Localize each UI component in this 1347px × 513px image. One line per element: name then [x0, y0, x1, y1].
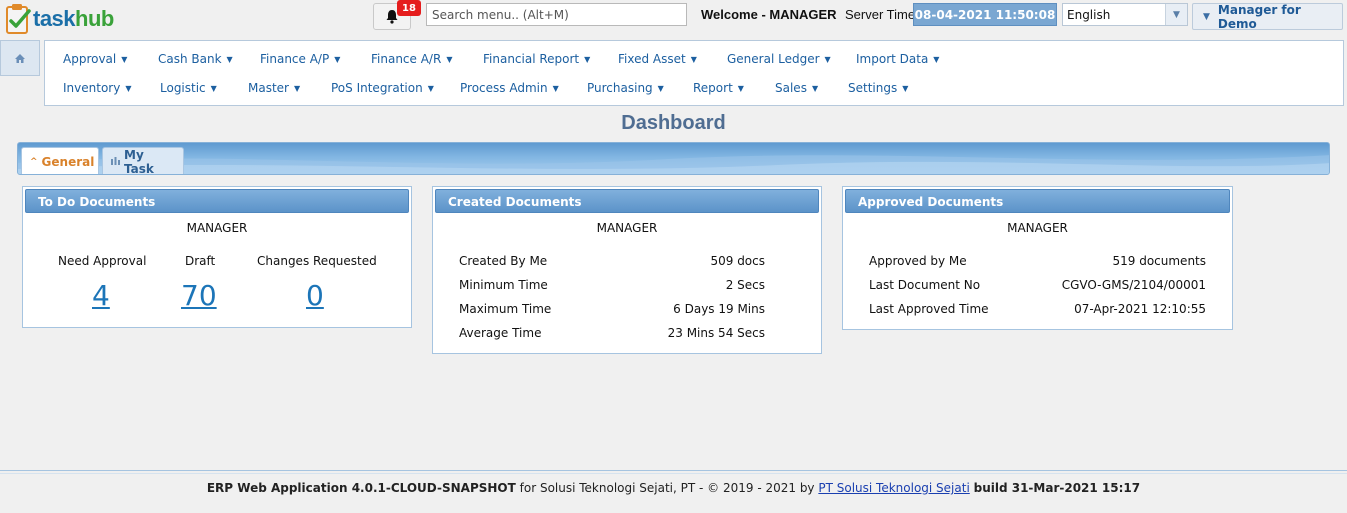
caret-down-icon: ▼ [334, 55, 341, 64]
maximum-time-label: Maximum Time [459, 302, 552, 316]
language-select[interactable]: English ▼ [1062, 3, 1188, 26]
menu-cash-bank[interactable]: Cash Bank ▼ [158, 52, 233, 66]
footer-divider [0, 470, 1347, 471]
wave-decoration [18, 155, 1329, 174]
footer-divider-light [0, 473, 1347, 474]
last-approved-time-value: 07-Apr-2021 12:10:55 [1074, 302, 1206, 316]
bar-chart-icon [111, 156, 120, 168]
todo-panel-user: MANAGER [186, 221, 248, 235]
caret-down-icon: ▼ [902, 84, 909, 93]
caret-down-icon: ▼ [690, 55, 697, 64]
menu-report[interactable]: Report ▼ [693, 81, 744, 95]
server-time-label: Server Time [845, 7, 916, 22]
created-documents-panel: Created Documents MANAGER Created By Me … [432, 186, 822, 354]
logo-text: taskhub [33, 6, 114, 31]
draft-count[interactable]: 70 [181, 279, 217, 312]
menu-settings[interactable]: Settings ▼ [848, 81, 908, 95]
approved-documents-panel: Approved Documents MANAGER Approved by M… [842, 186, 1233, 330]
approved-panel-header: Approved Documents [845, 189, 1230, 213]
footer-company-link[interactable]: PT Solusi Teknologi Sejati [818, 481, 969, 495]
menu-fixed-asset[interactable]: Fixed Asset ▼ [618, 52, 697, 66]
caret-down-icon: ▼ [210, 84, 217, 93]
menu-pos-integration[interactable]: PoS Integration ▼ [331, 81, 434, 95]
home-button[interactable] [0, 40, 40, 76]
user-menu-label: Manager for Demo [1217, 2, 1301, 31]
menu-finance-ap[interactable]: Finance A/P ▼ [260, 52, 340, 66]
created-panel-header: Created Documents [435, 189, 819, 213]
chevron-down-icon[interactable]: ▼ [1165, 4, 1187, 25]
created-panel-user: MANAGER [596, 221, 658, 235]
last-document-no-label: Last Document No [869, 278, 981, 292]
created-by-me-value: 509 docs [710, 254, 765, 268]
menu-inventory[interactable]: Inventory ▼ [63, 81, 131, 95]
menu-general-ledger[interactable]: General Ledger ▼ [727, 52, 831, 66]
approved-by-me-value: 519 documents [1112, 254, 1206, 268]
chevron-up-icon: ^ [30, 156, 38, 167]
menu-approval[interactable]: Approval ▼ [63, 52, 127, 66]
page-title: Dashboard [621, 112, 726, 134]
user-menu-button[interactable]: ▼ Manager for Demo [1192, 2, 1343, 31]
menu-import-data[interactable]: Import Data ▼ [856, 52, 939, 66]
caret-down-icon: ▼ [1203, 11, 1210, 22]
minimum-time-value: 2 Secs [725, 278, 765, 292]
caret-down-icon: ▼ [552, 84, 559, 93]
approved-by-me-label: Approved by Me [869, 254, 967, 268]
menu-purchasing[interactable]: Purchasing ▼ [587, 81, 664, 95]
caret-down-icon: ▼ [824, 55, 831, 64]
main-menu: Approval ▼ Cash Bank ▼ Finance A/P ▼ Financ… [44, 40, 1344, 106]
caret-down-icon: ▼ [121, 55, 128, 64]
language-value: English [1067, 8, 1111, 22]
created-by-me-label: Created By Me [459, 254, 548, 268]
dashboard-tab-bar: ^ General My Task [17, 142, 1330, 175]
average-time-label: Average Time [459, 326, 542, 340]
menu-sales[interactable]: Sales ▼ [775, 81, 818, 95]
todo-panel-header: To Do Documents [25, 189, 409, 213]
caret-down-icon: ▼ [737, 84, 744, 93]
server-time-value: 08-04-2021 11:50:08 [913, 3, 1057, 26]
caret-down-icon: ▼ [125, 84, 132, 93]
caret-down-icon: ▼ [427, 84, 434, 93]
menu-financial-report[interactable]: Financial Report ▼ [483, 52, 590, 66]
changes-requested-count[interactable]: 0 [306, 279, 324, 312]
app-logo[interactable]: taskhub [5, 2, 114, 36]
maximum-time-value: 6 Days 19 Mins [673, 302, 765, 316]
minimum-time-label: Minimum Time [459, 278, 548, 292]
footer-copyright: for Solusi Teknologi Sejati, PT - © 2019… [519, 481, 815, 495]
todo-documents-panel: To Do Documents MANAGER Need Approval 4 … [22, 186, 412, 328]
search-menu-input[interactable] [426, 3, 687, 26]
need-approval-count[interactable]: 4 [92, 279, 110, 312]
footer-app-name: ERP Web Application 4.0.1-CLOUD-SNAPSHOT [206, 481, 516, 495]
footer: ERP Web Application 4.0.1-CLOUD-SNAPSHOT… [0, 481, 1347, 495]
caret-down-icon: ▼ [811, 84, 819, 93]
last-document-no-value: CGVO-GMS/2104/00001 [1061, 278, 1206, 292]
draft-label: Draft [185, 254, 216, 268]
menu-master[interactable]: Master ▼ [248, 81, 300, 95]
top-bar: taskhub 18 Welcome - MANAGER Server Time… [0, 0, 1347, 36]
menu-process-admin[interactable]: Process Admin ▼ [460, 81, 559, 95]
need-approval-label: Need Approval [58, 254, 147, 268]
notification-count-badge: 18 [397, 0, 421, 16]
caret-down-icon: ▼ [933, 55, 940, 64]
footer-build: build 31-Mar-2021 15:17 [973, 481, 1141, 495]
tab-my-task[interactable]: My Task [102, 147, 184, 174]
last-approved-time-label: Last Approved Time [869, 302, 989, 316]
welcome-text: Welcome - MANAGER [701, 7, 837, 22]
caret-down-icon: ▼ [446, 55, 453, 64]
caret-down-icon: ▼ [657, 84, 664, 93]
approved-panel-user: MANAGER [1007, 221, 1068, 235]
tab-general[interactable]: ^ General [21, 147, 99, 174]
caret-down-icon: ▼ [293, 84, 301, 93]
menu-finance-ar[interactable]: Finance A/R ▼ [371, 52, 452, 66]
average-time-value: 23 Mins 54 Secs [667, 326, 765, 340]
menu-logistic[interactable]: Logistic ▼ [160, 81, 217, 95]
changes-requested-label: Changes Requested [257, 254, 377, 268]
caret-down-icon: ▼ [226, 55, 233, 64]
caret-down-icon: ▼ [584, 55, 591, 64]
clipboard-check-icon [5, 3, 31, 35]
home-icon [15, 53, 25, 63]
